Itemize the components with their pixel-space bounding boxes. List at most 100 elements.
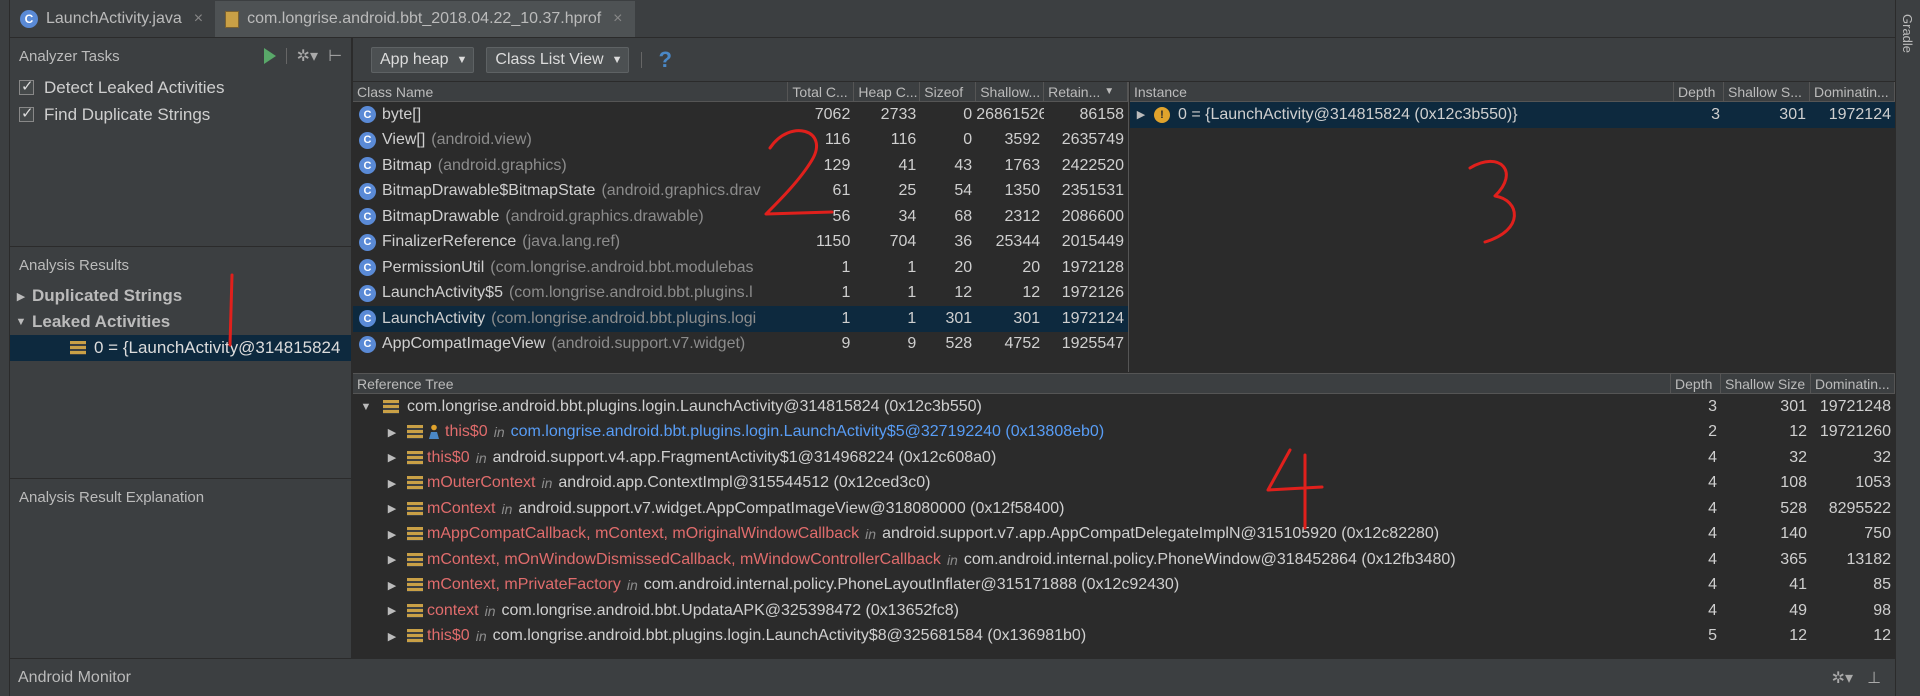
col-shallow-size[interactable]: Shallow Size — [1721, 374, 1811, 393]
close-icon[interactable]: × — [613, 10, 622, 28]
close-icon[interactable]: × — [194, 10, 203, 28]
sizeof: 54 — [954, 182, 973, 200]
class-name: View[] — [382, 131, 426, 149]
expand-arrow-icon[interactable]: ▶ — [385, 451, 399, 464]
class-row[interactable]: C AppCompatImageView (android.support.v7.w… — [353, 332, 1128, 358]
result-duplicated-strings[interactable]: ▶ Duplicated Strings — [10, 283, 351, 309]
help-icon[interactable]: ? — [658, 47, 671, 73]
col-total-count[interactable]: Total C... — [788, 82, 855, 101]
expand-arrow-icon[interactable]: ▶ — [385, 426, 399, 439]
reference-row[interactable]: ▶ mContext in android.support.v7.widget.App… — [353, 496, 1895, 522]
shallow-size: 26861526 — [976, 105, 1045, 123]
class-name: FinalizerReference — [382, 233, 517, 251]
gear-icon[interactable]: ✲▾ — [1832, 668, 1853, 688]
reference-row[interactable]: ▶ this$0 in com.longrise.android.bbt.plugin… — [353, 624, 1895, 650]
instance-row[interactable]: ▶ ! 0 = {LaunchActivity@314815824 (0x12c… — [1130, 102, 1895, 128]
expand-arrow-icon[interactable]: ▶ — [385, 528, 399, 541]
col-dominating-size[interactable]: Dominatin... — [1810, 82, 1895, 101]
reference-target: android.support.v7.app.AppCompatDelegate… — [882, 525, 1440, 543]
reference-row[interactable]: ▶ mOuterContext in android.app.ContextImpl@… — [353, 471, 1895, 497]
ref-depth: 4 — [1708, 525, 1717, 543]
heap-select[interactable]: App heap ▼ — [371, 46, 475, 73]
expand-arrow-icon[interactable]: ▶ — [385, 604, 399, 617]
reference-row[interactable]: ▶ mContext, mPrivateFactory in com.android.… — [353, 573, 1895, 599]
heap-count: 25 — [898, 182, 917, 200]
field-icon — [407, 603, 423, 618]
hide-panel-icon[interactable]: ⊥ — [1867, 668, 1881, 688]
hide-panel-icon[interactable]: ⊢ — [328, 46, 342, 66]
checkbox-checked[interactable] — [19, 104, 34, 122]
gradle-tool-button[interactable]: Gradle — [1900, 14, 1915, 53]
shallow-size: 3592 — [1004, 131, 1041, 149]
result-label: Leaked Activities — [32, 312, 171, 331]
col-retained-size[interactable]: Retain... ▼ — [1044, 82, 1129, 101]
class-row[interactable]: C LaunchActivity$5 (com.longrise.android.b… — [353, 281, 1128, 307]
col-heap-count[interactable]: Heap C... — [854, 82, 921, 101]
shallow-size: 1350 — [1004, 182, 1041, 200]
expand-arrow-icon[interactable]: ▶ — [385, 553, 399, 566]
total-count: 61 — [832, 182, 851, 200]
class-row[interactable]: C BitmapDrawable$BitmapState (android.grap… — [353, 179, 1128, 205]
checkbox-checked[interactable] — [19, 77, 34, 95]
expand-arrow-icon[interactable]: ▶ — [385, 630, 399, 643]
run-icon[interactable] — [263, 48, 276, 64]
ref-shallow: 140 — [1780, 525, 1807, 543]
col-reference-tree[interactable]: Reference Tree — [353, 374, 1671, 393]
col-dominating-size[interactable]: Dominatin... — [1811, 374, 1895, 393]
col-instance[interactable]: Instance — [1130, 82, 1674, 101]
expand-arrow-icon[interactable]: ▶ — [385, 579, 399, 592]
class-name: LaunchActivity$5 — [382, 284, 503, 302]
expand-arrow-icon[interactable]: ▶ — [385, 477, 399, 490]
class-row[interactable]: C BitmapDrawable (android.graphics.drawabl… — [353, 204, 1128, 230]
ref-shallow: 528 — [1780, 499, 1807, 517]
class-row[interactable]: C LaunchActivity (com.longrise.android.bbt… — [353, 306, 1128, 332]
toolbar-separator — [285, 48, 287, 64]
col-sizeof[interactable]: Sizeof — [920, 82, 977, 101]
view-select[interactable]: Class List View ▼ — [486, 46, 630, 73]
instance-table-header: Instance Depth Shallow S... Dominatin... — [1130, 82, 1895, 102]
ref-depth: 4 — [1708, 474, 1717, 492]
heap-select-value: App heap — [380, 50, 449, 68]
reference-row[interactable]: ▶ this$0 in com.longrise.android.bbt.plugin… — [353, 420, 1895, 446]
reference-row[interactable]: ▶ context in com.longrise.android.bbt.Updat… — [353, 598, 1895, 624]
ref-depth: 4 — [1708, 448, 1717, 466]
col-depth[interactable]: Depth — [1671, 374, 1721, 393]
reference-row[interactable]: ▶ this$0 in android.support.v4.app.Fragment… — [353, 445, 1895, 471]
android-monitor-tab[interactable]: Android Monitor — [18, 669, 131, 687]
tab-hprof-file[interactable]: com.longrise.android.bbt_2018.04.22_10.3… — [215, 1, 635, 37]
reference-row[interactable]: ▶ mAppCompatCallback, mContext, mOriginal… — [353, 522, 1895, 548]
reference-root-row[interactable]: ▼ com.longrise.android.bbt.plugins.login… — [353, 394, 1895, 420]
ref-depth: 4 — [1708, 550, 1717, 568]
task-find-duplicate-strings[interactable]: Find Duplicate Strings — [10, 101, 351, 128]
retained-size: 2015449 — [1061, 233, 1125, 251]
class-icon: C — [359, 157, 376, 175]
class-row[interactable]: Cbyte[] 7062 2733 0 26861526 86158 — [353, 102, 1128, 128]
field-name: this$0 — [445, 423, 488, 441]
class-row[interactable]: C Bitmap (android.graphics) 129 41 43 1763 2422… — [353, 153, 1128, 179]
class-rows: Cbyte[] 7062 2733 0 26861526 86158 C View[] (and… — [353, 102, 1128, 357]
class-row[interactable]: C View[] (android.view) 116 116 0 3592 2635749 — [353, 128, 1128, 154]
col-shallow-size[interactable]: Shallow... — [976, 82, 1045, 101]
expand-arrow-icon[interactable]: ▶ — [1134, 108, 1148, 121]
collapse-arrow-icon[interactable]: ▼ — [10, 316, 32, 328]
expand-arrow-icon[interactable]: ▶ — [10, 290, 32, 303]
task-label: Detect Leaked Activities — [44, 77, 225, 97]
expand-arrow-icon[interactable]: ▶ — [385, 502, 399, 515]
class-row[interactable]: C PermissionUtil (com.longrise.android.bbt… — [353, 255, 1128, 281]
col-depth[interactable]: Depth — [1674, 82, 1724, 101]
collapse-arrow-icon[interactable]: ▼ — [359, 401, 373, 413]
field-icon — [407, 450, 423, 465]
ref-dominating: 98 — [1873, 601, 1891, 619]
leaked-activity-item[interactable]: 0 = {LaunchActivity@314815824 — [10, 335, 351, 361]
gear-icon[interactable]: ✲▾ — [297, 46, 318, 66]
tab-launchactivity-java[interactable]: C LaunchActivity.java × — [10, 1, 215, 37]
sizeof: 36 — [954, 233, 973, 251]
field-name: mContext, mOnWindowDismissedCallback, mW… — [427, 550, 941, 568]
col-shallow-size[interactable]: Shallow S... — [1724, 82, 1810, 101]
class-row[interactable]: C FinalizerReference (java.lang.ref) 1150 70… — [353, 230, 1128, 256]
col-class-name[interactable]: Class Name — [353, 82, 789, 101]
result-leaked-activities[interactable]: ▼ Leaked Activities — [10, 309, 351, 335]
reference-row[interactable]: ▶ mContext, mOnWindowDismissedCallback, m… — [353, 547, 1895, 573]
task-detect-leaked-activities[interactable]: Detect Leaked Activities — [10, 74, 351, 101]
sizeof: 12 — [954, 284, 973, 302]
